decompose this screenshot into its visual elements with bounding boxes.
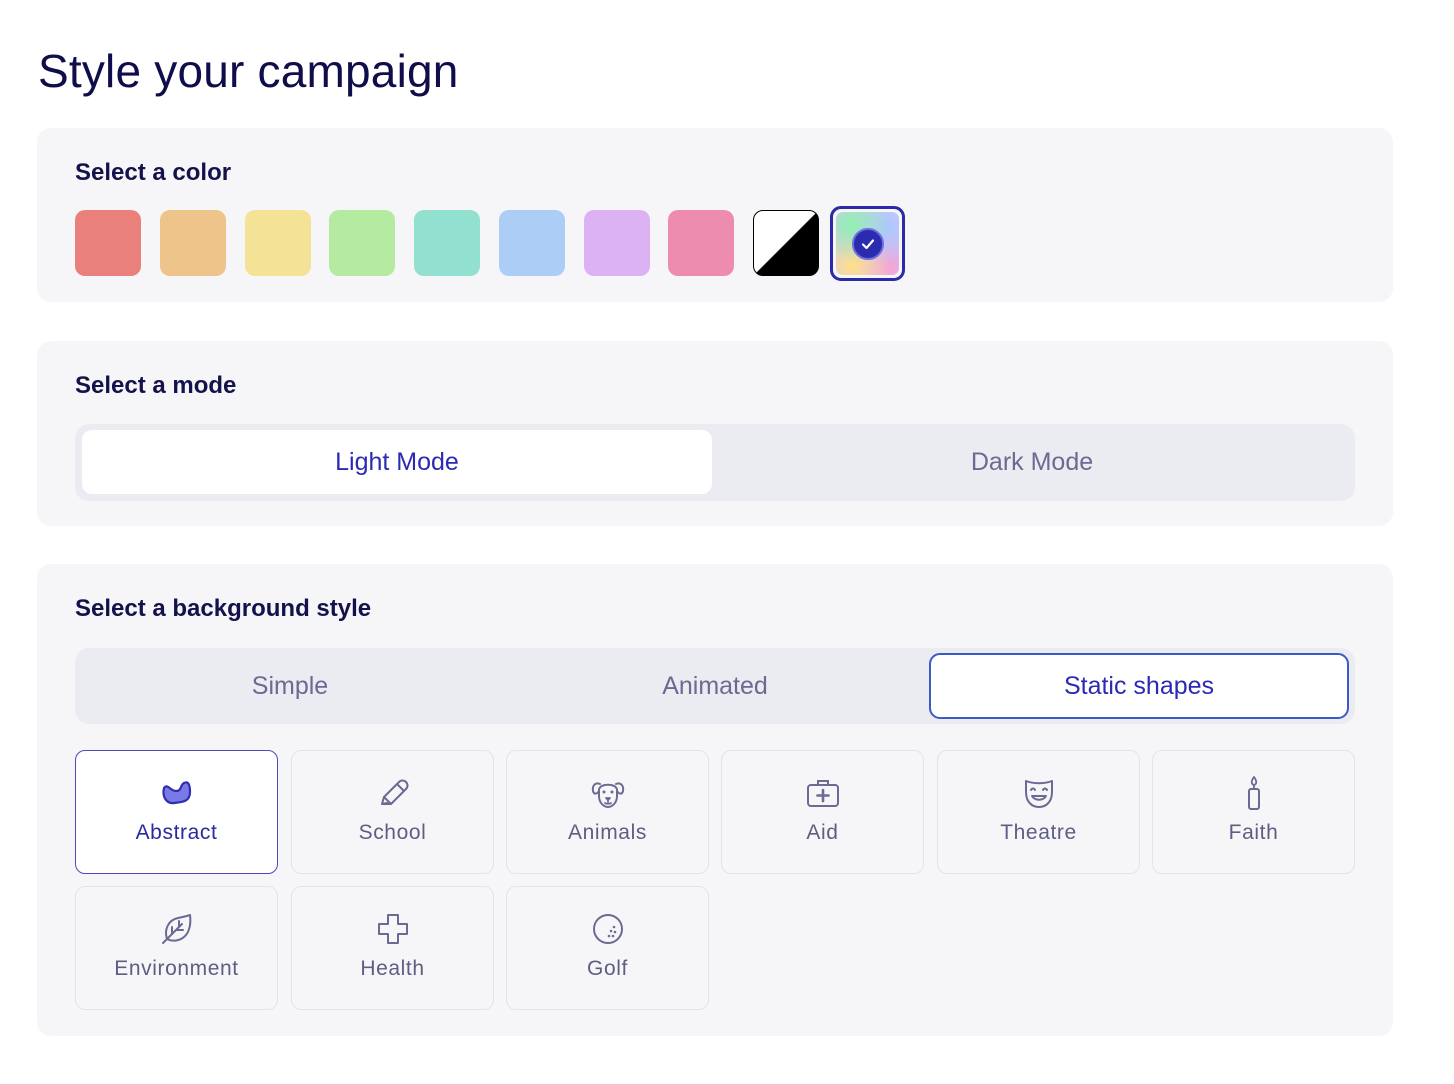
tab-static-shapes[interactable]: Static shapes	[929, 653, 1349, 719]
shape-tile-health[interactable]: Health	[291, 886, 494, 1010]
shape-tile-label: Environment	[114, 957, 239, 980]
shape-tile-label: Faith	[1228, 821, 1279, 844]
shape-tile-label: Animals	[568, 821, 647, 844]
shape-tile-theatre[interactable]: Theatre	[937, 750, 1140, 874]
shape-tile-aid[interactable]: Aid	[721, 750, 924, 874]
shape-tile-label: Abstract	[135, 821, 218, 844]
color-swatch-purple[interactable]	[584, 210, 650, 276]
shape-tile-golf[interactable]: Golf	[506, 886, 709, 1010]
background-section: Select a background style Simple Animate…	[37, 564, 1393, 1036]
shape-tile-label: Theatre	[1000, 821, 1077, 844]
mode-section: Select a mode Light Mode Dark Mode	[37, 341, 1393, 526]
color-section-title: Select a color	[75, 159, 232, 186]
shape-tile-label: Aid	[806, 821, 839, 844]
light-mode-button[interactable]: Light Mode	[82, 430, 712, 494]
tab-animated[interactable]: Animated	[505, 654, 925, 718]
first-aid-kit-icon	[805, 775, 841, 811]
color-swatch-black-white[interactable]	[753, 210, 819, 276]
shape-tile-environment[interactable]: Environment	[75, 886, 278, 1010]
color-section: Select a color	[37, 128, 1393, 302]
color-swatch-orange[interactable]	[160, 210, 226, 276]
leaf-icon	[159, 911, 195, 947]
candle-icon	[1236, 775, 1272, 811]
color-swatch-yellow[interactable]	[245, 210, 311, 276]
shape-tile-grid: Abstract School Animals Aid Theatre Fait…	[75, 750, 1355, 1010]
mode-section-title: Select a mode	[75, 372, 237, 399]
mode-toggle: Light Mode Dark Mode	[75, 424, 1355, 501]
color-swatch-blue[interactable]	[499, 210, 565, 276]
color-swatch-red[interactable]	[75, 210, 141, 276]
color-swatch-teal[interactable]	[414, 210, 480, 276]
checkmark-icon	[851, 227, 884, 260]
background-section-title: Select a background style	[75, 595, 372, 622]
abstract-blob-icon	[159, 775, 195, 811]
color-swatch-rainbow[interactable]	[830, 206, 905, 281]
theatre-mask-icon	[1021, 775, 1057, 811]
shape-tile-abstract[interactable]: Abstract	[75, 750, 278, 874]
shape-tile-label: Golf	[587, 957, 628, 980]
background-style-tabs: Simple Animated Static shapes	[75, 648, 1355, 724]
golf-ball-icon	[590, 911, 626, 947]
tab-simple[interactable]: Simple	[75, 654, 505, 718]
dark-mode-button[interactable]: Dark Mode	[715, 430, 1349, 494]
shape-tile-faith[interactable]: Faith	[1152, 750, 1355, 874]
shape-tile-label: School	[358, 821, 427, 844]
color-swatch-green[interactable]	[329, 210, 395, 276]
color-swatch-pink[interactable]	[668, 210, 734, 276]
dog-icon	[590, 775, 626, 811]
rainbow-swatch-fill	[836, 212, 899, 275]
page-title: Style your campaign	[38, 45, 459, 97]
shape-tile-animals[interactable]: Animals	[506, 750, 709, 874]
shape-tile-school[interactable]: School	[291, 750, 494, 874]
pencil-icon	[375, 775, 411, 811]
medical-cross-icon	[375, 911, 411, 947]
shape-tile-label: Health	[360, 957, 425, 980]
